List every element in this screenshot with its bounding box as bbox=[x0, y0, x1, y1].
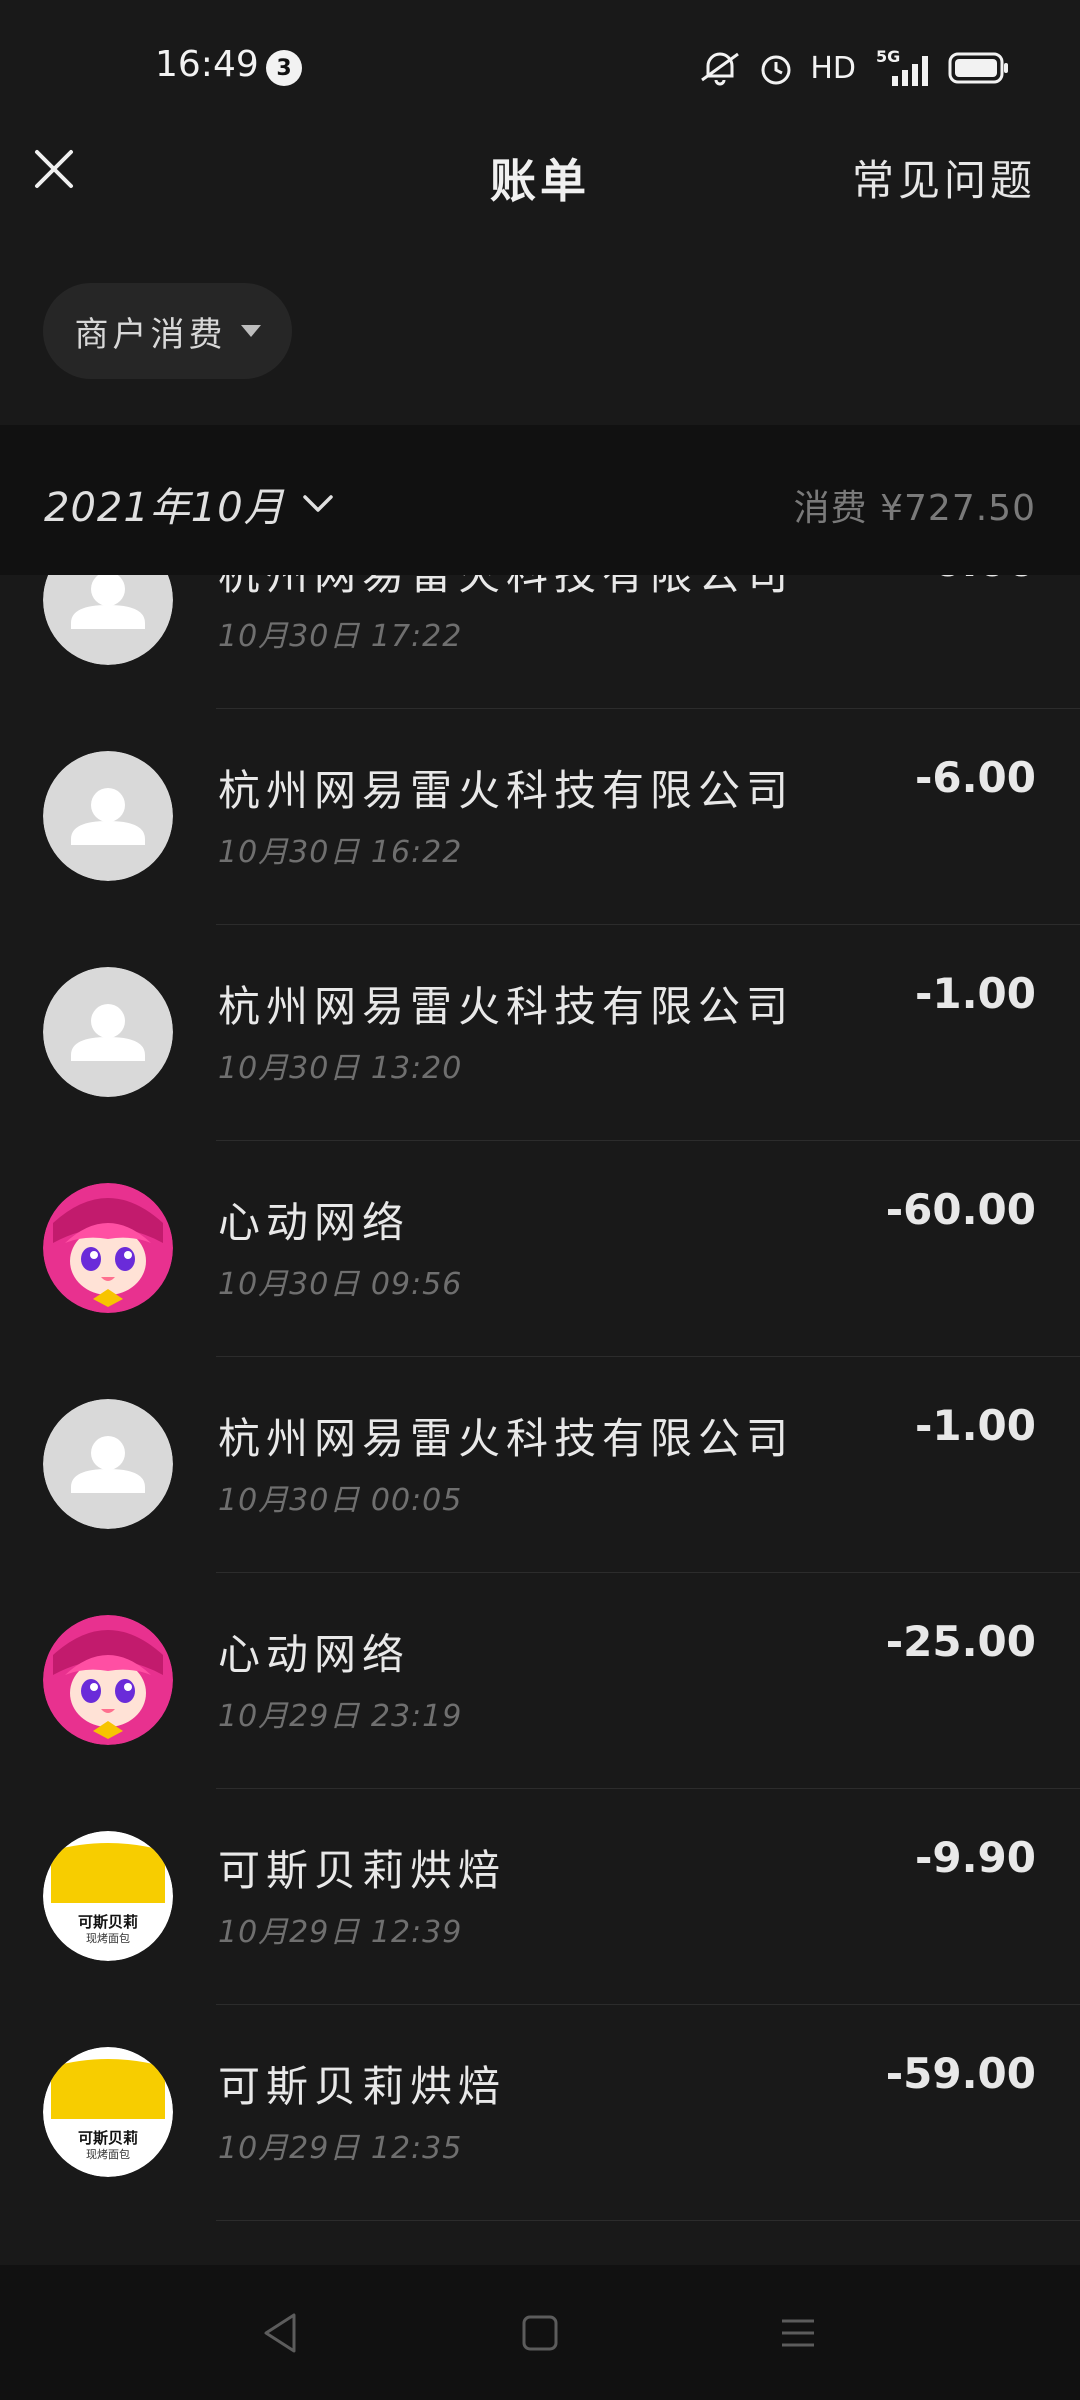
mute-vibrate-icon bbox=[701, 52, 740, 86]
transaction-row[interactable]: 杭州网易雷火科技有限公司 10月30日 13:20 -1.00 bbox=[0, 925, 1080, 1141]
svg-text:5G: 5G bbox=[876, 48, 900, 66]
anime-girl-avatar bbox=[43, 1615, 173, 1745]
transaction-amount: -1.00 bbox=[914, 969, 1036, 1018]
transaction-amount: -6.00 bbox=[915, 575, 1036, 586]
back-icon bbox=[264, 2313, 296, 2353]
notification-count-badge: 3 bbox=[266, 50, 302, 86]
transaction-amount: -60.00 bbox=[885, 1185, 1036, 1234]
nav-menu-button[interactable] bbox=[770, 2305, 826, 2361]
transaction-row[interactable]: 心动网络 10月29日 23:19 -25.00 bbox=[0, 1573, 1080, 1789]
system-nav-bar bbox=[0, 2265, 1080, 2400]
transaction-time: 10月29日 23:19 bbox=[218, 1699, 463, 1734]
faq-link[interactable]: 常见问题 bbox=[852, 147, 1036, 208]
bakery-logo: 可斯贝莉 现烤面包 bbox=[43, 1831, 173, 1961]
merchant-name: 可斯贝莉烘焙 bbox=[218, 2062, 507, 2111]
merchant-name: 杭州网易雷火科技有限公司 bbox=[218, 982, 795, 1031]
transaction-time: 10月30日 00:05 bbox=[218, 1483, 463, 1518]
transaction-amount: -9.90 bbox=[914, 1833, 1036, 1882]
menu-icon bbox=[782, 2319, 814, 2347]
chevron-down-icon bbox=[302, 495, 333, 512]
transaction-time: 10月29日 12:39 bbox=[218, 1915, 463, 1950]
merchant-name: 杭州网易雷火科技有限公司 bbox=[218, 1414, 795, 1463]
nav-home-button[interactable] bbox=[512, 2305, 568, 2361]
month-label: 2021年10月 bbox=[44, 485, 285, 531]
alarm-icon bbox=[761, 55, 791, 85]
caret-down-icon bbox=[240, 325, 261, 337]
transaction-amount: -6.00 bbox=[914, 753, 1036, 802]
transaction-row[interactable]: 杭州网易雷火科技有限公司 10月30日 17:22 -6.00 bbox=[0, 575, 1080, 709]
transaction-time: 10月29日 12:35 bbox=[218, 2131, 463, 2166]
home-icon bbox=[522, 2315, 558, 2351]
transaction-row[interactable]: 可斯贝莉 现烤面包 可斯贝莉烘焙 10月29日 12:35 -59.00 bbox=[0, 2005, 1080, 2221]
nav-back-button[interactable] bbox=[252, 2305, 308, 2361]
merchant-name: 心动网络 bbox=[218, 1630, 411, 1679]
transaction-amount: -59.00 bbox=[885, 2049, 1036, 2098]
bakery-logo: 可斯贝莉 现烤面包 bbox=[43, 2047, 173, 2177]
merchant-name: 心动网络 bbox=[218, 1198, 411, 1247]
transaction-time: 10月30日 13:20 bbox=[218, 1051, 463, 1086]
signal-5g-icon: 5G bbox=[876, 48, 928, 86]
transaction-row[interactable]: 可斯贝莉 现烤面包 可斯贝莉烘焙 10月29日 12:39 -9.90 bbox=[0, 1789, 1080, 2005]
transaction-amount: -1.00 bbox=[914, 1401, 1036, 1450]
status-time: 16:49 bbox=[155, 44, 259, 85]
transaction-list-content: 杭州网易雷火科技有限公司10月30日 17:22-6.00杭州网易雷火科技有限公… bbox=[0, 575, 1080, 2221]
transaction-time: 10月30日 17:22 bbox=[218, 619, 463, 654]
filter-label: 商户消费 bbox=[74, 314, 227, 355]
status-bar: 16:49 3 HD 5G bbox=[0, 0, 1080, 135]
hd-indicator: HD bbox=[810, 50, 856, 86]
default-avatar bbox=[43, 967, 173, 1097]
transaction-list[interactable]: 杭州网易雷火科技有限公司10月30日 17:22-6.00杭州网易雷火科技有限公… bbox=[0, 575, 1080, 2265]
merchant-name: 可斯贝莉烘焙 bbox=[218, 1846, 507, 1895]
transaction-time: 10月30日 16:22 bbox=[218, 835, 463, 870]
default-avatar bbox=[43, 1399, 173, 1529]
merchant-name: 杭州网易雷火科技有限公司 bbox=[218, 575, 794, 602]
merchant-filter-dropdown[interactable]: 商户消费 bbox=[43, 283, 292, 379]
default-avatar bbox=[43, 575, 173, 665]
bakery-logo-name: 可斯贝莉 bbox=[77, 2129, 138, 2147]
status-indicators: HD 5G bbox=[698, 46, 1010, 90]
title-bar: 账单 常见问题 bbox=[0, 135, 1080, 255]
bakery-logo-name: 可斯贝莉 bbox=[77, 1913, 138, 1931]
transaction-amount: -25.00 bbox=[885, 1617, 1036, 1666]
transaction-row[interactable]: 杭州网易雷火科技有限公司 10月30日 16:22 -6.00 bbox=[0, 709, 1080, 925]
merchant-name: 杭州网易雷火科技有限公司 bbox=[218, 766, 795, 815]
battery-icon bbox=[948, 52, 1008, 84]
default-avatar bbox=[43, 751, 173, 881]
month-spending-summary: 消费 ¥727.50 bbox=[793, 488, 1036, 529]
month-header: 2021年10月 消费 ¥727.50 bbox=[0, 425, 1080, 575]
transaction-time: 10月30日 09:56 bbox=[218, 1267, 463, 1302]
transaction-row[interactable]: 心动网络 10月30日 09:56 -60.00 bbox=[0, 1141, 1080, 1357]
month-selector[interactable]: 2021年10月 bbox=[44, 475, 335, 533]
bakery-logo-tagline: 现烤面包 bbox=[86, 1932, 130, 1945]
anime-girl-avatar bbox=[43, 1183, 173, 1313]
transaction-row[interactable]: 杭州网易雷火科技有限公司 10月30日 00:05 -1.00 bbox=[0, 1357, 1080, 1573]
bakery-logo-tagline: 现烤面包 bbox=[86, 2148, 130, 2161]
